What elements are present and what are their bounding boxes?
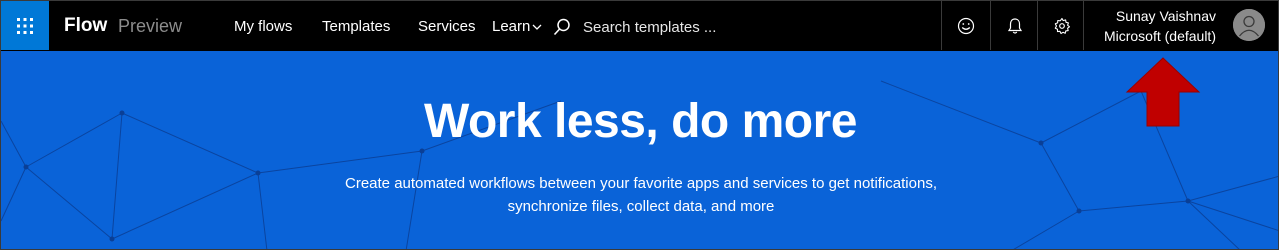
hero-title: Work less, do more xyxy=(424,95,857,148)
app-preview-label: Preview xyxy=(118,16,183,36)
account-name: Sunay Vaishnav xyxy=(1115,8,1216,24)
waffle-icon xyxy=(17,17,33,34)
nav-services[interactable]: Services xyxy=(418,18,476,35)
account-organization: Microsoft (default) xyxy=(1103,28,1216,44)
chevron-down-icon xyxy=(532,24,542,30)
notifications-button[interactable] xyxy=(990,1,1038,50)
network-background-pattern xyxy=(1,80,1278,249)
top-nav-bar: Flow Preview My flows Templates Services… xyxy=(1,1,1278,51)
app-name[interactable]: Flow xyxy=(64,15,107,37)
nav-templates[interactable]: Templates xyxy=(322,18,390,35)
nav-my-flows[interactable]: My flows xyxy=(234,18,292,35)
nav-learn-label: Learn xyxy=(492,18,531,35)
search-bar xyxy=(553,13,873,41)
search-input[interactable] xyxy=(583,18,863,36)
app-launcher-button[interactable] xyxy=(1,1,49,50)
app-frame: Flow Preview My flows Templates Services… xyxy=(0,0,1279,250)
gear-icon xyxy=(1054,17,1070,34)
hero-subtitle: Create automated workflows between your … xyxy=(345,175,937,215)
feedback-button[interactable] xyxy=(941,1,989,50)
search-icon[interactable] xyxy=(553,18,571,36)
smiley-icon xyxy=(957,17,974,34)
bell-icon xyxy=(1007,17,1022,34)
avatar-icon xyxy=(1233,9,1265,41)
avatar[interactable] xyxy=(1233,9,1265,41)
hero-banner: Work less, do more Create automated work… xyxy=(1,51,1278,249)
nav-learn-dropdown[interactable]: Learn xyxy=(492,18,542,35)
settings-button[interactable] xyxy=(1037,1,1085,50)
annotation-arrow-up xyxy=(1125,57,1201,127)
